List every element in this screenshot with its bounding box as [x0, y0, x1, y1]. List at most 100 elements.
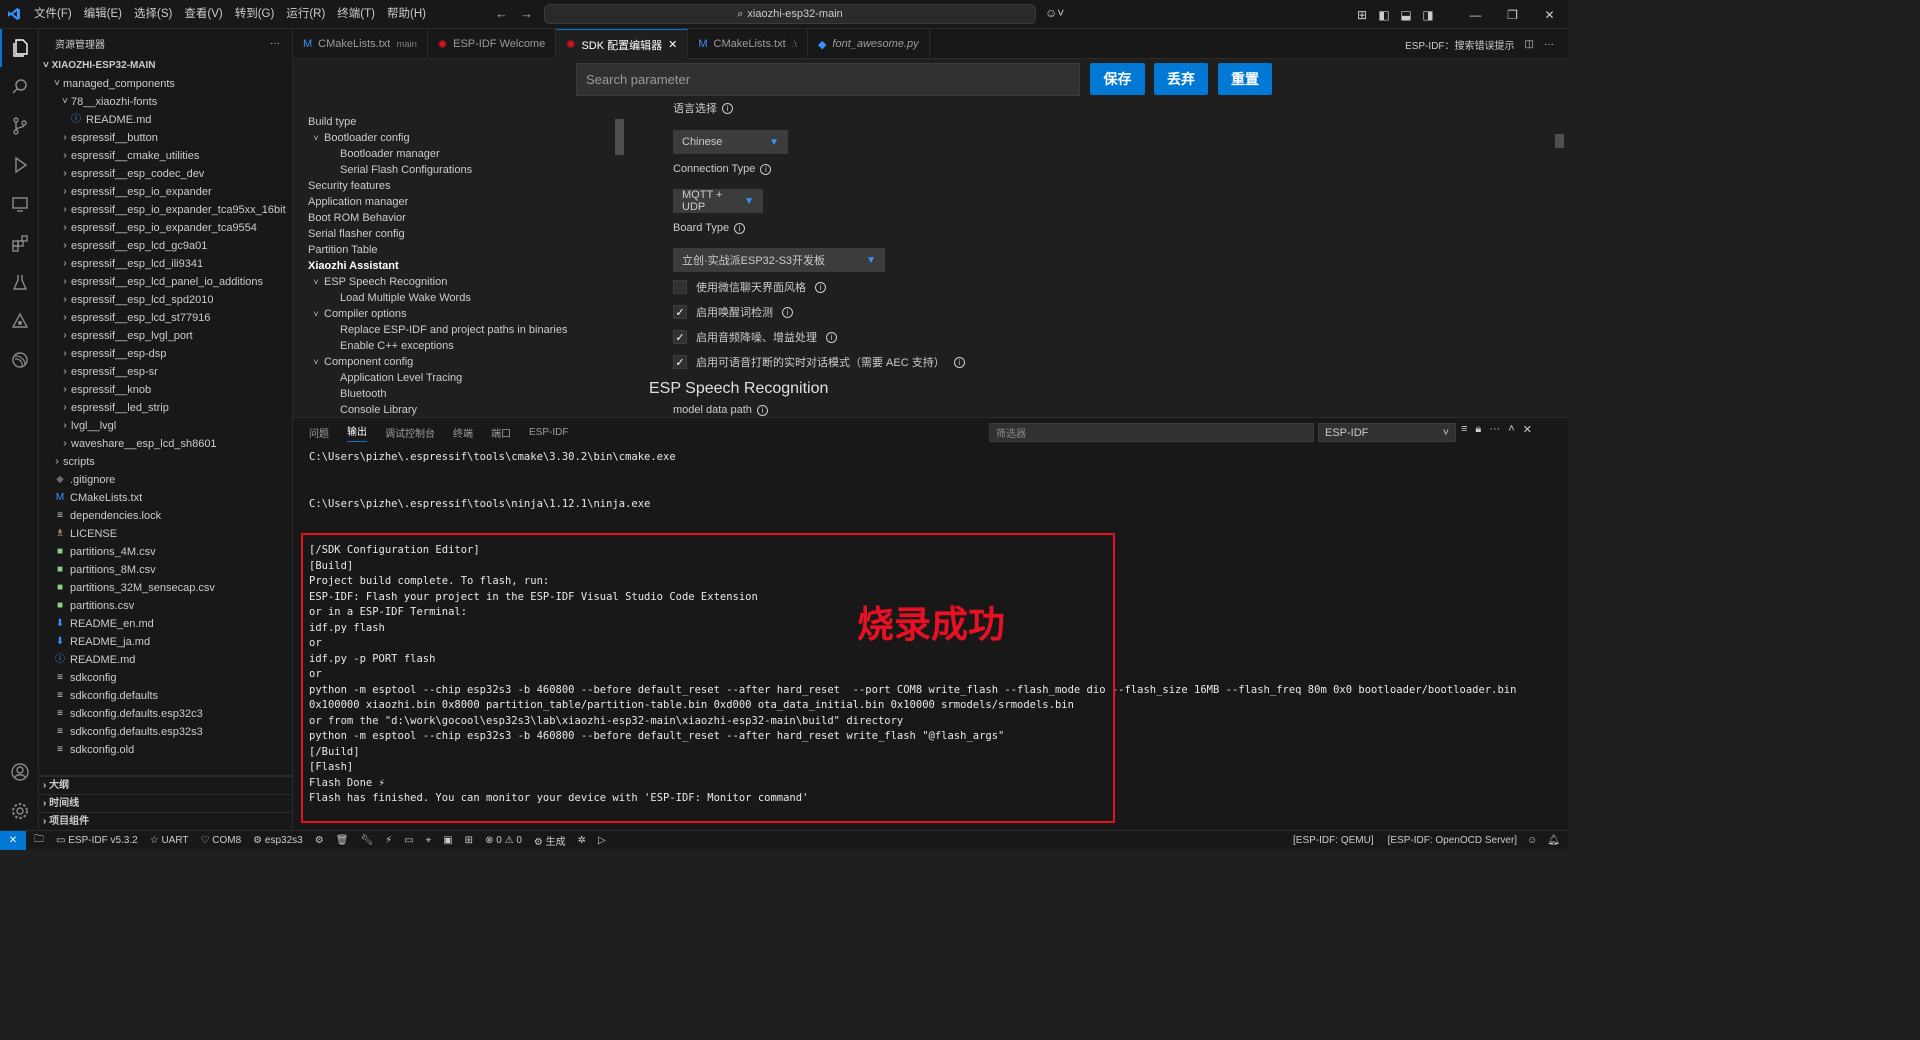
editor-tab-2[interactable]: ✺ SDK 配置编辑器 ✕	[556, 29, 689, 59]
info-icon[interactable]: i	[756, 404, 768, 416]
reset-button[interactable]: 重置	[1218, 63, 1272, 95]
tree-item[interactable]: › espressif__esp_lcd_spd2010	[39, 291, 292, 309]
command-center[interactable]: ⌕ xiaozhi-esp32-main	[544, 4, 1036, 24]
tree-item[interactable]: › espressif__esp_lcd_panel_io_additions	[39, 273, 292, 291]
full-clean-icon[interactable]: 🗑︎	[336, 835, 349, 846]
terminal-icon[interactable]: ▣	[443, 835, 452, 846]
idf-version[interactable]: ▭ ESP-IDF v5.3.2	[56, 835, 138, 846]
config-item[interactable]: Console Library	[308, 402, 608, 417]
tree-item[interactable]: › espressif__esp-dsp	[39, 345, 292, 363]
notifications-icon[interactable]: 🔔︎	[1547, 835, 1560, 846]
checkbox-unchecked[interactable]	[673, 280, 687, 294]
config-item[interactable]: Bootloader manager	[308, 146, 608, 162]
config-item[interactable]: Partition Table	[308, 242, 608, 258]
config-item[interactable]: Load Multiple Wake Words	[308, 290, 608, 306]
tree-item[interactable]: › espressif__esp-sr	[39, 363, 292, 381]
tree-item[interactable]: ≡ sdkconfig.defaults	[39, 687, 292, 705]
accounts-icon[interactable]	[0, 753, 39, 791]
editor-tab-0[interactable]: M CMakeLists.txt main	[293, 29, 428, 59]
close-window-icon[interactable]: ✕	[1531, 8, 1568, 22]
more-actions-icon[interactable]: ···	[270, 38, 280, 49]
panel-tab-5[interactable]: ESP-IDF	[529, 427, 568, 438]
config-item[interactable]: Application Level Tracing	[308, 370, 608, 386]
config-item[interactable]: Application manager	[308, 194, 608, 210]
tree-item[interactable]: ˅ managed_components	[39, 75, 292, 93]
config-item[interactable]: Enable C++ exceptions	[308, 338, 608, 354]
toggle-panel-icon[interactable]: ⬓	[1395, 8, 1417, 22]
checkbox-checked[interactable]: ✓	[673, 355, 687, 369]
menu-item-0[interactable]: 文件(F)	[28, 0, 78, 29]
config-item[interactable]: Boot ROM Behavior	[308, 210, 608, 226]
config-item[interactable]: Xiaozhi Assistant	[308, 258, 608, 274]
esp-idf-icon[interactable]	[0, 302, 39, 340]
tree-item[interactable]: › waveshare__esp_lcd_sh8601	[39, 435, 292, 453]
panel-tab-0[interactable]: 问题	[309, 425, 329, 440]
output-channel-select[interactable]: ESP-IDF ˅	[1318, 423, 1456, 442]
tree-item[interactable]: ≡ dependencies.lock	[39, 507, 292, 525]
connection-type-select[interactable]: MQTT + UDP ▼	[673, 189, 763, 213]
tree-item[interactable]: › espressif__esp_lvgl_port	[39, 327, 292, 345]
menu-item-7[interactable]: 帮助(H)	[381, 0, 432, 29]
tree-item[interactable]: M CMakeLists.txt	[39, 489, 292, 507]
tree-item[interactable]: › espressif__esp_codec_dev	[39, 165, 292, 183]
panel-tab-1[interactable]: 输出	[347, 423, 367, 442]
menu-item-2[interactable]: 选择(S)	[128, 0, 178, 29]
tree-item[interactable]: › espressif__button	[39, 129, 292, 147]
info-icon[interactable]: i	[782, 306, 793, 318]
info-icon[interactable]: i	[826, 331, 837, 343]
search-parameter-input[interactable]: Search parameter	[576, 63, 1080, 96]
info-icon[interactable]: i	[953, 356, 965, 368]
editor-tab-1[interactable]: ✺ ESP-IDF Welcome	[428, 29, 557, 59]
tree-item[interactable]: ⬇ README_en.md	[39, 615, 292, 633]
settings-gear-icon[interactable]	[0, 792, 39, 830]
build-flash-monitor[interactable]: ⚙ 生成	[534, 833, 566, 848]
config-item[interactable]: Serial flasher config	[308, 226, 608, 242]
more-actions-icon[interactable]: ···	[1489, 423, 1500, 436]
config-item[interactable]: Serial Flash Configurations	[308, 162, 608, 178]
workspace-root[interactable]: ˅ XIAOZHI-ESP32-MAIN	[39, 57, 292, 75]
workspace-icon[interactable]: 🗀︎	[34, 832, 44, 849]
output-filter-input[interactable]: 筛选器	[989, 423, 1314, 442]
copilot-icon[interactable]: ☺˅	[1045, 6, 1064, 20]
language-select[interactable]: Chinese ▼	[673, 130, 788, 154]
flash-icon[interactable]: ⚡︎	[385, 835, 392, 846]
serial-port[interactable]: ♡ COM8	[201, 835, 242, 846]
tree-item[interactable]: › espressif__esp_lcd_gc9a01	[39, 237, 292, 255]
tree-item[interactable]: › espressif__esp_io_expander_tca95xx_16bi…	[39, 201, 292, 219]
tree-item[interactable]: ♗ LICENSE	[39, 525, 292, 543]
tree-scrollbar[interactable]	[615, 119, 624, 155]
tree-item[interactable]: › espressif__esp_io_expander	[39, 183, 292, 201]
build-icon[interactable]: 🔧︎	[360, 835, 373, 846]
problems-indicator[interactable]: ⊗ 0 ⚠ 0	[485, 835, 522, 846]
close-tab-icon[interactable]: ✕	[668, 38, 677, 51]
forward-arrow-icon[interactable]: →	[520, 6, 533, 21]
minimize-icon[interactable]: —	[1457, 8, 1494, 22]
config-item[interactable]: Bluetooth	[308, 386, 608, 402]
config-item[interactable]: Replace ESP-IDF and project paths in bin…	[308, 322, 608, 338]
flash-method[interactable]: ☆ UART	[150, 835, 189, 846]
sidebar-section-2[interactable]: › 项目组件	[39, 812, 292, 830]
remote-indicator-icon[interactable]: ✕	[0, 830, 26, 850]
panel-tab-2[interactable]: 调试控制台	[385, 425, 435, 440]
sdk-config-icon[interactable]: ⚙	[315, 835, 324, 846]
tree-item[interactable]: ⬇ README_ja.md	[39, 633, 292, 651]
split-editor-icon[interactable]: ◫	[1525, 39, 1534, 50]
menu-item-4[interactable]: 转到(G)	[229, 0, 281, 29]
espressif-icon[interactable]	[0, 341, 39, 379]
idf-terminal-icon[interactable]: ⊞	[465, 835, 473, 846]
extensions-icon[interactable]	[0, 224, 39, 262]
config-item[interactable]: ˅ Compiler options	[308, 306, 608, 322]
lock-scroll-icon[interactable]: 🔒︎	[1475, 423, 1481, 436]
qemu-status[interactable]: [ESP-IDF: QEMU]	[1293, 835, 1374, 846]
save-button[interactable]: 保存	[1090, 63, 1145, 95]
config-item[interactable]: ˅ Bootloader config	[308, 130, 608, 146]
tree-item[interactable]: › espressif__esp_io_expander_tca9554	[39, 219, 292, 237]
toggle-sidebar-icon[interactable]: ◧	[1373, 8, 1395, 22]
tree-item[interactable]: ■ partitions_8M.csv	[39, 561, 292, 579]
tree-item[interactable]: ≡ sdkconfig.defaults.esp32c3	[39, 705, 292, 723]
tree-item[interactable]: ■ partitions_32M_sensecap.csv	[39, 579, 292, 597]
sidebar-section-1[interactable]: › 时间线	[39, 794, 292, 812]
openocd-status[interactable]: [ESP-IDF: OpenOCD Server]	[1388, 835, 1517, 846]
maximize-panel-icon[interactable]: ˄	[1508, 423, 1514, 436]
editor-scrollbar[interactable]	[1555, 134, 1564, 148]
